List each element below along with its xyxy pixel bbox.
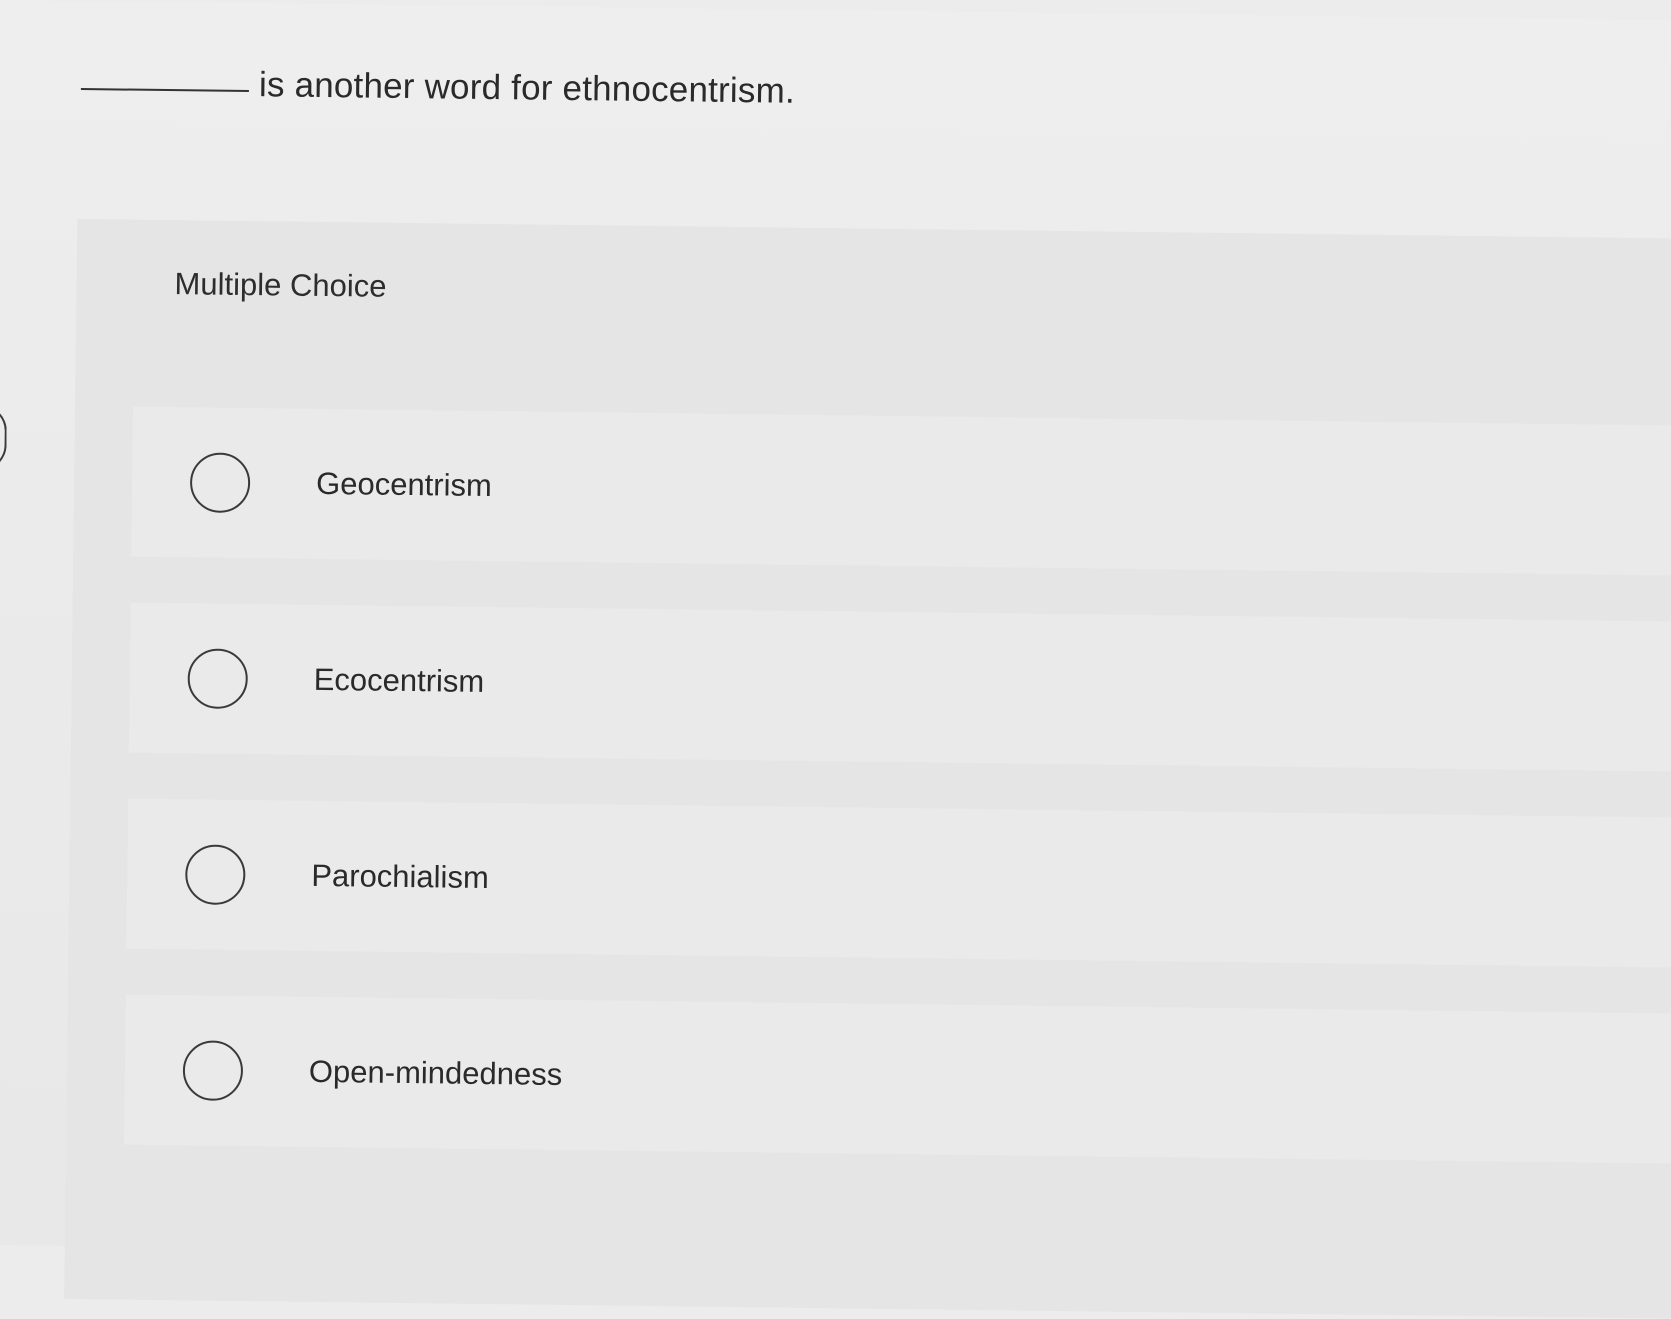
answer-option-label: Open-mindedness xyxy=(308,1053,563,1092)
side-panel-toggle[interactable] xyxy=(0,404,8,472)
radio-button[interactable] xyxy=(182,1040,244,1102)
answer-blank xyxy=(80,87,249,93)
radio-button[interactable] xyxy=(189,452,251,514)
multiple-choice-panel: Multiple Choice Geocentrism Ecocentrism … xyxy=(64,218,1671,1319)
question-text: is another word for ethnocentrism. xyxy=(258,65,796,111)
answer-option-geocentrism[interactable]: Geocentrism xyxy=(131,406,1671,577)
answer-option-label: Ecocentrism xyxy=(313,661,485,699)
answer-option-ecocentrism[interactable]: Ecocentrism xyxy=(128,602,1671,773)
multiple-choice-label: Multiple Choice xyxy=(174,266,387,304)
answer-option-open-mindedness[interactable]: Open-mindedness xyxy=(124,994,1671,1165)
question-prompt: is another word for ethnocentrism. xyxy=(80,63,796,112)
radio-button[interactable] xyxy=(184,844,246,906)
answer-option-parochialism[interactable]: Parochialism xyxy=(126,798,1671,969)
answer-option-label: Parochialism xyxy=(311,857,489,896)
radio-button[interactable] xyxy=(187,648,249,710)
question-page: is another word for ethnocentrism. Multi… xyxy=(0,0,1671,1319)
answer-option-label: Geocentrism xyxy=(315,465,493,504)
